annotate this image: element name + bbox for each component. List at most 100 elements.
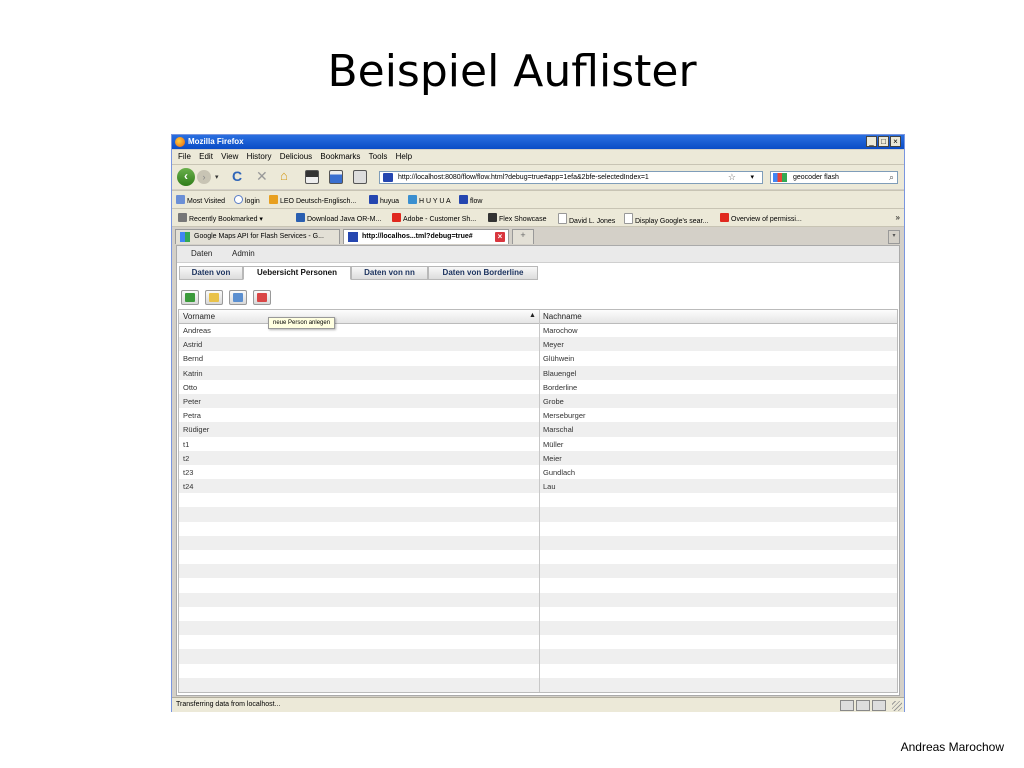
- refresh-icon: [185, 293, 195, 302]
- table-row[interactable]: t24 Lau: [179, 479, 897, 494]
- forward-button[interactable]: ›: [197, 170, 211, 184]
- bookmark-david-jones[interactable]: David L. Jones: [558, 213, 615, 225]
- table-row[interactable]: Astrid Meyer: [179, 337, 897, 352]
- column-header-nachname[interactable]: Nachname: [543, 312, 582, 321]
- tab-daten-von[interactable]: Daten von: [179, 266, 243, 280]
- menu-bookmarks[interactable]: Bookmarks: [320, 152, 360, 161]
- table-row[interactable]: Bernd Glühwein: [179, 351, 897, 365]
- addon-window-icon[interactable]: [329, 170, 343, 184]
- table-row[interactable]: t2 Meier: [179, 450, 897, 465]
- app-menu-admin[interactable]: Admin: [232, 249, 255, 258]
- flex-favicon-icon: [348, 232, 358, 242]
- table-row[interactable]: [179, 564, 897, 579]
- magnifier-icon[interactable]: ⌕: [889, 172, 894, 183]
- bookmark-download-java[interactable]: Download Java OR-M...: [296, 213, 381, 223]
- table-row[interactable]: [179, 635, 897, 649]
- new-tab-button[interactable]: +: [512, 229, 534, 244]
- table-row[interactable]: [179, 522, 897, 536]
- new-person-button[interactable]: [253, 290, 271, 305]
- home-button[interactable]: ⌂: [280, 168, 288, 183]
- search-bar[interactable]: geocoder flash ⌕: [770, 171, 898, 184]
- table-row[interactable]: [179, 664, 897, 678]
- back-button[interactable]: ‹: [177, 168, 195, 186]
- menu-edit[interactable]: Edit: [199, 152, 213, 161]
- wordpress-icon: [234, 195, 243, 204]
- status-addon-icon[interactable]: [856, 700, 870, 711]
- menu-tools[interactable]: Tools: [369, 152, 388, 161]
- table-row[interactable]: [179, 620, 897, 636]
- minimize-button[interactable]: _: [866, 136, 877, 147]
- bookmark-login[interactable]: login: [234, 195, 260, 205]
- status-addon-icon[interactable]: [872, 700, 886, 711]
- bookmark-recently-bookmarked[interactable]: Recently Bookmarked ▾: [178, 213, 263, 223]
- cell-nachname: Merseburger: [543, 411, 586, 421]
- bookmark-overview-permissions[interactable]: Overview of permissi...: [720, 213, 802, 223]
- tab-localhost-flow[interactable]: http://localhos...tml?debug=true# ×: [343, 229, 509, 244]
- tab-strip: Google Maps API for Flash Services - G..…: [172, 226, 904, 245]
- url-dropdown-icon[interactable]: ▾: [750, 172, 754, 183]
- table-row[interactable]: Katrin Blauengel: [179, 365, 897, 380]
- maximize-button[interactable]: □: [878, 136, 889, 147]
- table-row[interactable]: [179, 649, 897, 664]
- table-row[interactable]: [179, 493, 897, 507]
- slide-author: Andreas Marochow: [900, 740, 1004, 754]
- table-row[interactable]: t23 Gundlach: [179, 465, 897, 479]
- table-row[interactable]: t1 Müller: [179, 437, 897, 451]
- table-row[interactable]: Petra Merseburger: [179, 408, 897, 422]
- google-search-engine-icon[interactable]: [773, 173, 787, 182]
- edit-button[interactable]: [205, 290, 223, 305]
- menu-delicious[interactable]: Delicious: [280, 152, 312, 161]
- tab-daten-von-nn[interactable]: Daten von nn: [351, 266, 428, 280]
- menu-history[interactable]: History: [247, 152, 272, 161]
- menu-help[interactable]: Help: [396, 152, 412, 161]
- cell-vorname: t23: [183, 467, 194, 477]
- cell-nachname: Gundlach: [543, 467, 576, 477]
- stop-button[interactable]: ✕: [256, 168, 268, 185]
- table-row[interactable]: [179, 507, 897, 522]
- bookmark-display-google[interactable]: Display Google's sear...: [624, 213, 708, 225]
- status-addon-icon[interactable]: [840, 700, 854, 711]
- addon-icon[interactable]: [305, 170, 319, 184]
- refresh-button[interactable]: [181, 290, 199, 305]
- search-input[interactable]: geocoder flash: [793, 174, 839, 181]
- bookmark-huyua[interactable]: huyua: [369, 195, 399, 205]
- tab-uebersicht-personen[interactable]: Uebersicht Personen: [243, 266, 351, 280]
- bookmark-leo[interactable]: LEO Deutsch-Englisch...: [269, 195, 356, 205]
- bookmark-adobe[interactable]: Adobe - Customer Sh...: [392, 213, 476, 223]
- menu-view[interactable]: View: [221, 152, 238, 161]
- view-button[interactable]: [229, 290, 247, 305]
- column-divider[interactable]: [539, 310, 540, 692]
- tab-list-dropdown-icon[interactable]: ▾: [888, 230, 900, 244]
- url-bar[interactable]: http://localhost:8080/flow/flow.html?deb…: [379, 171, 763, 184]
- cell-nachname: Marschal: [543, 425, 574, 435]
- resize-grip-icon[interactable]: [892, 701, 902, 711]
- menu-file[interactable]: File: [178, 152, 191, 161]
- table-row[interactable]: [179, 592, 897, 607]
- bookmark-most-visited[interactable]: Most Visited: [176, 195, 225, 205]
- bookmark-huyua-caps[interactable]: H U Y U A: [408, 195, 451, 205]
- close-button[interactable]: ×: [890, 136, 901, 147]
- flex-favicon-icon: [383, 173, 393, 182]
- table-row[interactable]: [179, 550, 897, 564]
- reload-button[interactable]: C: [232, 168, 242, 184]
- bookmark-flex-showcase[interactable]: Flex Showcase: [488, 213, 546, 223]
- tab-close-icon[interactable]: ×: [495, 232, 505, 242]
- table-row[interactable]: [179, 607, 897, 621]
- table-row[interactable]: Otto Borderline: [179, 380, 897, 394]
- table-row[interactable]: [179, 677, 897, 692]
- page-icon: [624, 213, 633, 224]
- bookmark-flow[interactable]: flow: [459, 195, 482, 205]
- bookmarks-overflow-chevron-icon[interactable]: »: [896, 213, 900, 222]
- history-dropdown-icon[interactable]: ▾: [215, 173, 219, 181]
- table-row[interactable]: Peter Grobe: [179, 393, 897, 409]
- table-row[interactable]: Rüdiger Marschal: [179, 422, 897, 437]
- tag-icon[interactable]: [353, 170, 367, 184]
- table-row[interactable]: [179, 578, 897, 592]
- tab-google-maps[interactable]: Google Maps API for Flash Services - G..…: [175, 229, 340, 244]
- column-header-vorname[interactable]: Vorname: [183, 312, 215, 321]
- tab-daten-von-borderline[interactable]: Daten von Borderline: [428, 266, 538, 280]
- app-menu-daten[interactable]: Daten: [191, 249, 212, 258]
- cell-vorname: Andreas: [183, 326, 211, 335]
- bookmark-star-icon[interactable]: ☆: [728, 172, 736, 183]
- table-row[interactable]: [179, 535, 897, 550]
